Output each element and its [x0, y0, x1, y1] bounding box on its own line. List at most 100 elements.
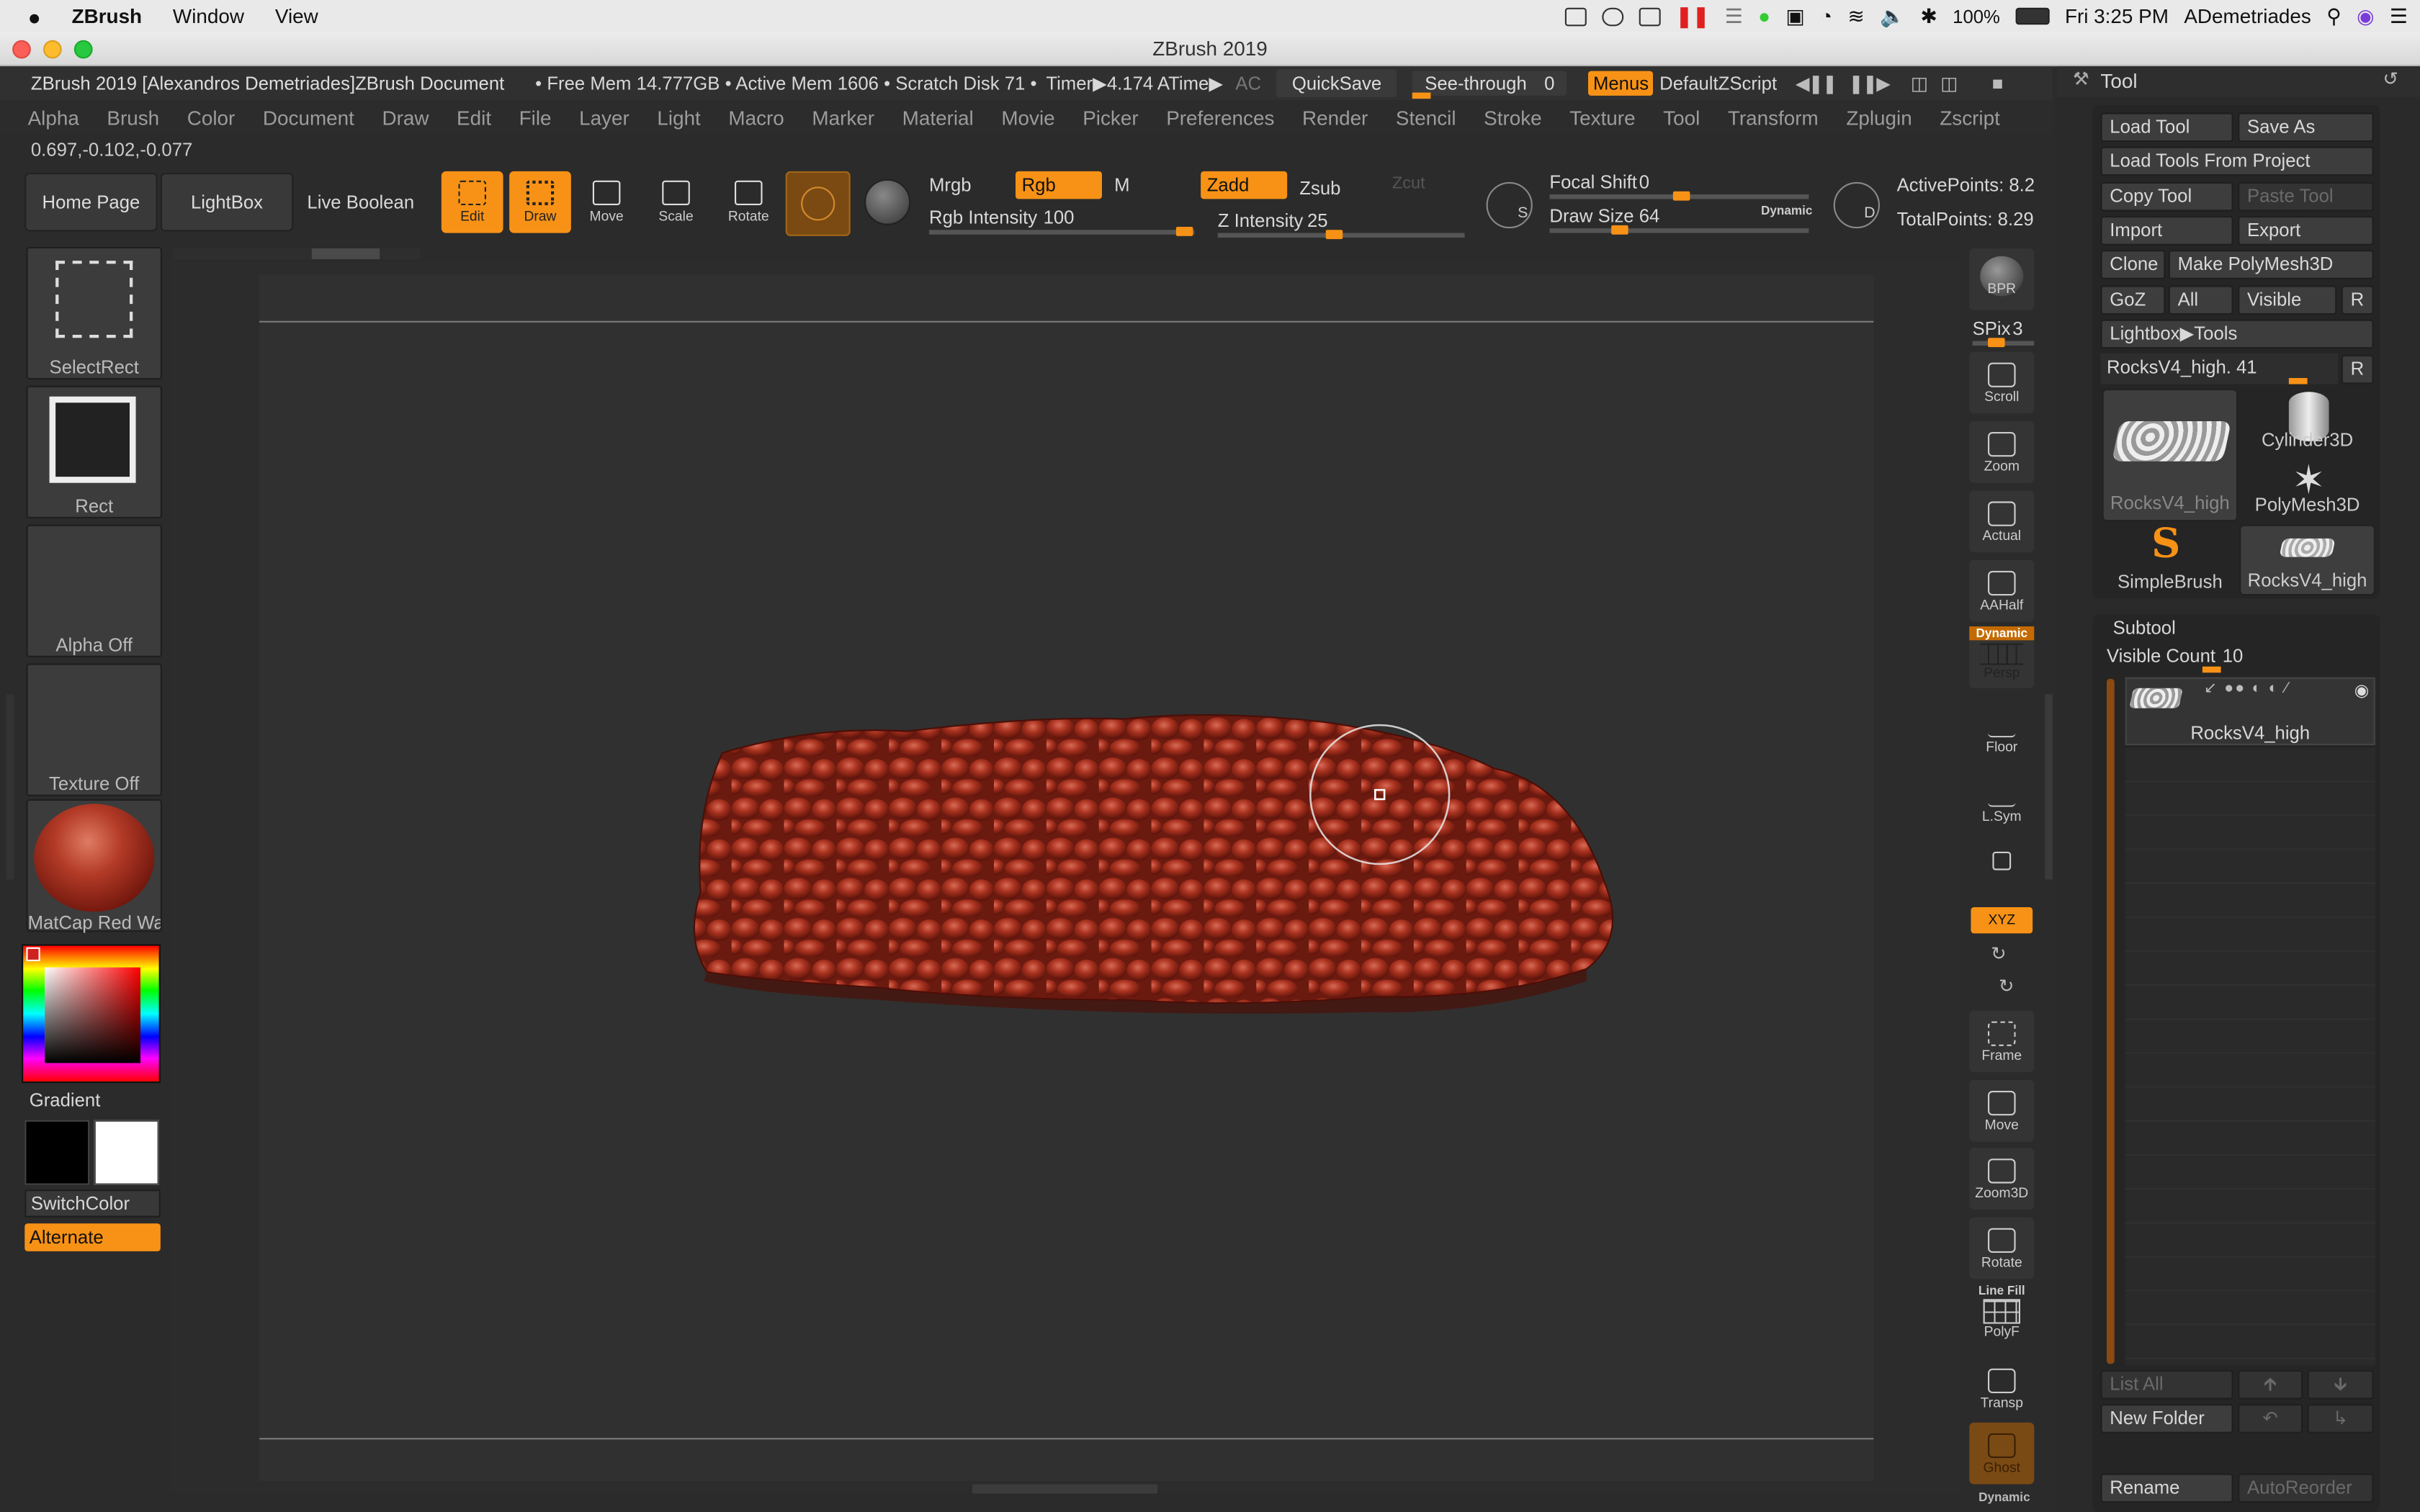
goz-all-button[interactable]: All	[2168, 285, 2233, 315]
zmenu-marker[interactable]: Marker	[798, 106, 888, 129]
move-button[interactable]: Move	[575, 171, 637, 233]
bpr-button[interactable]: BPR	[1969, 248, 2035, 310]
zmenu-stencil[interactable]: Stencil	[1382, 106, 1470, 129]
z-intensity-slider[interactable]	[1217, 230, 1465, 240]
lock-button[interactable]	[1969, 841, 2034, 903]
load-tools-from-project-button[interactable]: Load Tools From Project	[2100, 146, 2374, 176]
material-thumbnail[interactable]: MatCap Red Wa	[26, 799, 162, 933]
goz-button[interactable]: GoZ	[2100, 285, 2166, 315]
airplay-icon[interactable]	[1639, 6, 1661, 26]
zoom-button[interactable]: Zoom	[1969, 421, 2035, 483]
actual-button[interactable]: Actual	[1969, 490, 2035, 553]
zmenu-zscript[interactable]: Zscript	[1926, 106, 2014, 129]
draw-button[interactable]: Draw	[509, 171, 571, 233]
cloud-icon[interactable]	[1601, 6, 1623, 26]
main-color-swatch[interactable]	[24, 1120, 90, 1185]
zoom-window-icon[interactable]	[73, 40, 93, 59]
zmenu-tool[interactable]: Tool	[1649, 106, 1714, 129]
aahalf-button[interactable]: AAHalf	[1969, 559, 2035, 622]
zmenu-stroke[interactable]: Stroke	[1470, 106, 1556, 129]
rgb-button[interactable]: Rgb	[1016, 171, 1102, 199]
zmenu-macro[interactable]: Macro	[714, 106, 798, 129]
new-folder-button[interactable]: New Folder	[2100, 1403, 2233, 1434]
left-tray-handle[interactable]	[6, 694, 14, 880]
alpha-thumbnail[interactable]: Alpha Off	[26, 524, 162, 657]
zmenu-texture[interactable]: Texture	[1556, 106, 1649, 129]
ac-label[interactable]: AC	[1235, 73, 1261, 94]
lightbox-tools-button[interactable]: Lightbox▶Tools	[2100, 319, 2374, 349]
zmenu-material[interactable]: Material	[888, 106, 987, 129]
gradient-label[interactable]: Gradient	[30, 1089, 101, 1111]
minimize-window-icon[interactable]	[43, 40, 62, 59]
move-view-button[interactable]: Move	[1969, 1080, 2035, 1142]
zmenu-transform[interactable]: Transform	[1714, 106, 1832, 129]
zadd-button[interactable]: Zadd	[1201, 171, 1288, 199]
wifi-icon[interactable]: ≋	[1847, 4, 1864, 28]
siri-icon[interactable]: ◉	[2357, 4, 2374, 28]
lsym-button[interactable]: L.Sym	[1969, 771, 2034, 833]
tray-toggle-icon[interactable]: ◀❚❚	[1796, 73, 1838, 94]
zsub-button[interactable]: Zsub	[1299, 177, 1340, 199]
right-tray-handle[interactable]	[2045, 694, 2053, 880]
rotate-y-icon[interactable]: ↻	[1991, 942, 2007, 964]
time-machine-icon[interactable]: ◔	[1820, 4, 1832, 27]
floor-button[interactable]: Floor	[1969, 702, 2034, 764]
default-zscript-button[interactable]: DefaultZScript	[1659, 73, 1777, 94]
menu-zbrush[interactable]: ZBrush	[56, 4, 157, 27]
zmenu-alpha[interactable]: Alpha	[0, 106, 93, 129]
zmenu-preferences[interactable]: Preferences	[1152, 106, 1289, 129]
copy-tool-button[interactable]: Copy Tool	[2100, 181, 2233, 212]
lightbox-button[interactable]: LightBox	[160, 173, 294, 232]
clone-button[interactable]: Clone	[2100, 250, 2166, 279]
spotlight-icon[interactable]: ⚲	[2326, 4, 2341, 28]
user-name[interactable]: ADemetriades	[2184, 4, 2311, 27]
tool-thumb-rocks-2[interactable]: RocksV4_high	[2239, 524, 2375, 596]
rotate-z-icon[interactable]: ↻	[1999, 975, 2015, 996]
folder-action-2-button[interactable]: ↳	[2307, 1403, 2374, 1434]
subtool-visibility-eye-icon[interactable]: ◉	[2354, 680, 2370, 701]
zmenu-brush[interactable]: Brush	[93, 106, 173, 129]
stroke-thumbnail[interactable]: Rect	[26, 385, 162, 518]
subtool-title[interactable]: Subtool	[2113, 617, 2176, 639]
dynamic-button[interactable]: Dynamic	[1761, 204, 1812, 217]
zcut-button[interactable]: Zcut	[1392, 174, 1425, 193]
menu-window[interactable]: Window	[158, 4, 260, 27]
tool-slider[interactable]: RocksV4_high. 41	[2100, 353, 2339, 384]
list-all-button[interactable]: List All	[2100, 1369, 2233, 1400]
zmenu-layer[interactable]: Layer	[565, 106, 643, 129]
autoreorder-button[interactable]: AutoReorder	[2238, 1473, 2374, 1503]
transp-button[interactable]: Transp	[1969, 1358, 2034, 1420]
save-as-button[interactable]: Save As	[2238, 112, 2374, 143]
zmenu-render[interactable]: Render	[1289, 106, 1382, 129]
load-tool-button[interactable]: Load Tool	[2100, 112, 2233, 143]
document-canvas[interactable]	[169, 262, 1960, 1494]
see-through-slider[interactable]: See-through 0	[1412, 71, 1567, 99]
goz-visible-button[interactable]: Visible	[2238, 285, 2337, 315]
tool-thumb-rocks[interactable]: RocksV4_high	[2102, 389, 2238, 522]
layout2-icon[interactable]: ◫	[1940, 73, 1958, 94]
layout-icon[interactable]: ◫	[1911, 73, 1928, 94]
focal-shift-slider[interactable]	[1549, 191, 1809, 201]
secondary-color-swatch[interactable]	[94, 1120, 159, 1185]
rotate-button[interactable]: Rotate	[717, 171, 779, 233]
tool-slider-r-button[interactable]: R	[2341, 354, 2374, 384]
stats-icon[interactable]: ☰	[1725, 4, 1743, 28]
canvas-bottom-handle[interactable]	[972, 1484, 1158, 1494]
close-window-icon[interactable]	[12, 40, 31, 59]
m-button[interactable]: M	[1114, 174, 1129, 196]
texture-thumbnail[interactable]: Texture Off	[26, 663, 162, 796]
rocks-mesh[interactable]	[259, 274, 1873, 1481]
color-picker[interactable]	[22, 944, 161, 1084]
menu-view[interactable]: View	[259, 4, 333, 27]
volume-icon[interactable]: 🔈	[1880, 4, 1905, 28]
subtool-list-scrollbar[interactable]	[2107, 678, 2115, 1364]
bluetooth-icon[interactable]: ✱	[1920, 4, 1937, 28]
chip-icon[interactable]: ▣	[1785, 4, 1804, 28]
zmenu-light[interactable]: Light	[643, 106, 714, 129]
make-polymesh3d-button[interactable]: Make PolyMesh3D	[2168, 250, 2374, 279]
apple-icon[interactable]: ●	[0, 4, 56, 28]
zmenu-edit[interactable]: Edit	[443, 106, 506, 129]
polyf-button[interactable]: Line Fill PolyF	[1969, 1284, 2034, 1346]
rename-button[interactable]: Rename	[2100, 1473, 2233, 1503]
lock-ui-icon[interactable]: ■	[1992, 73, 2004, 94]
